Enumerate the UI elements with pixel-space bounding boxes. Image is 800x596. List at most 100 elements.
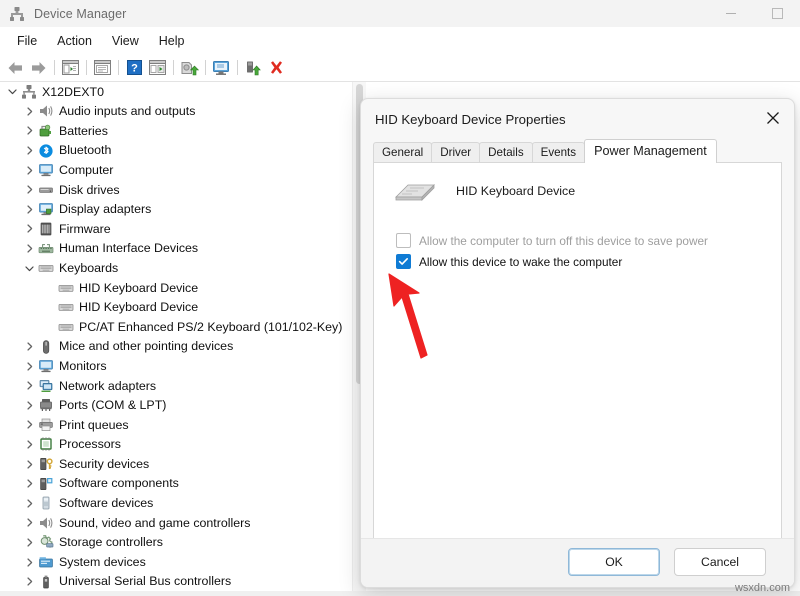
chevron-right-icon[interactable] [24,557,35,568]
tree-row[interactable]: Network adapters [0,376,352,396]
chevron-right-icon[interactable] [24,498,35,509]
maximize-button[interactable] [754,0,800,27]
tree-indent-spacer [44,302,55,313]
chevron-right-icon[interactable] [24,419,35,430]
tree-row-label: Mice and other pointing devices [59,340,233,352]
chevron-down-icon[interactable] [7,86,18,97]
forward-icon[interactable] [28,57,49,78]
tree-row[interactable]: Keyboards [0,258,352,278]
tab-power-management[interactable]: Power Management [584,139,717,163]
device-tree[interactable]: X12DEXT0 Audio inputs and outputs Batterie… [0,82,352,591]
chevron-right-icon[interactable] [24,537,35,548]
tree-row-label: Batteries [59,125,108,137]
chevron-right-icon[interactable] [24,125,35,136]
allow-wake-computer-checkbox[interactable]: Allow this device to wake the computer [396,254,622,269]
tree-row[interactable]: HID Keyboard Device [0,278,352,298]
chevron-right-icon[interactable] [24,223,35,234]
chevron-right-icon[interactable] [24,145,35,156]
tree-row-root[interactable]: X12DEXT0 [0,82,352,102]
close-icon[interactable] [752,99,794,137]
tab-general[interactable]: General [373,142,432,163]
tree-row[interactable]: System devices [0,552,352,572]
chevron-right-icon[interactable] [24,459,35,470]
tab-events[interactable]: Events [532,142,585,163]
tree-row[interactable]: Print queues [0,415,352,435]
monitor-icon [38,162,54,178]
tree-row[interactable]: Audio inputs and outputs [0,102,352,122]
chevron-right-icon[interactable] [24,165,35,176]
tree-row[interactable]: Bluetooth [0,141,352,161]
chevron-right-icon[interactable] [24,243,35,254]
tree-row-label: Monitors [59,360,107,372]
chevron-right-icon[interactable] [24,184,35,195]
window-title: Device Manager [34,7,126,21]
tree-row-label: Keyboards [59,262,118,274]
tree-row[interactable]: Computer [0,160,352,180]
tree-row[interactable]: Software devices [0,493,352,513]
tree-row[interactable]: Human Interface Devices [0,239,352,259]
device-manager-icon [9,6,25,22]
dialog-tabs[interactable]: GeneralDriverDetailsEventsPower Manageme… [373,141,782,163]
ok-button[interactable]: OK [568,548,660,576]
tree-row[interactable]: PC/AT Enhanced PS/2 Keyboard (101/102-Ke… [0,317,352,337]
tree-row[interactable]: Security devices [0,454,352,474]
chevron-right-icon[interactable] [24,204,35,215]
tree-row[interactable]: HID Keyboard Device [0,298,352,318]
allow-turn-off-device-checkbox[interactable]: Allow the computer to turn off this devi… [396,233,708,248]
tree-row[interactable]: Monitors [0,356,352,376]
chevron-right-icon[interactable] [24,361,35,372]
tree-row[interactable]: Display adapters [0,200,352,220]
chevron-right-icon[interactable] [24,341,35,352]
tree-row-label: Software components [59,477,179,489]
chevron-right-icon[interactable] [24,400,35,411]
tree-row[interactable]: Batteries [0,121,352,141]
tree-row[interactable]: Sound, video and game controllers [0,513,352,533]
cancel-button[interactable]: Cancel [674,548,766,576]
menu-help[interactable]: Help [149,31,195,51]
chevron-right-icon[interactable] [24,106,35,117]
tree-row[interactable]: Firmware [0,219,352,239]
menu-action[interactable]: Action [47,31,102,51]
scan-for-hardware-changes-icon[interactable] [179,57,200,78]
back-icon[interactable] [5,57,26,78]
disk-drive-icon [38,182,54,198]
chevron-down-icon[interactable] [24,263,35,274]
chevron-right-icon[interactable] [24,517,35,528]
tree-row-label: Sound, video and game controllers [59,517,251,529]
enable-device-icon[interactable] [243,57,264,78]
dialog-title: HID Keyboard Device Properties [375,112,566,127]
tree-indent-spacer [44,321,55,332]
watermark: wsxdn.com [735,582,790,594]
tab-driver[interactable]: Driver [431,142,480,163]
update-driver-icon[interactable] [147,57,168,78]
menu-view[interactable]: View [102,31,149,51]
chevron-right-icon[interactable] [24,380,35,391]
uninstall-device-icon[interactable] [266,57,287,78]
bluetooth-icon [38,143,54,159]
checkbox-box[interactable] [396,254,411,269]
tree-row[interactable]: Processors [0,435,352,455]
properties-icon[interactable] [92,57,113,78]
tree-row-label: Audio inputs and outputs [59,105,195,117]
checkbox-box[interactable] [396,233,411,248]
tab-details[interactable]: Details [479,142,532,163]
minimize-button[interactable] [708,0,754,27]
tree-row[interactable]: Ports (COM & LPT) [0,396,352,416]
display-icon[interactable] [211,57,232,78]
menu-file[interactable]: File [7,31,47,51]
tree-indent-spacer [44,282,55,293]
tree-row[interactable]: Disk drives [0,180,352,200]
tree-row[interactable]: Universal Serial Bus controllers [0,572,352,591]
tree-row[interactable]: Storage controllers [0,533,352,553]
tree-row[interactable]: Software components [0,474,352,494]
tree-row[interactable]: Mice and other pointing devices [0,337,352,357]
show-hide-console-tree-icon[interactable] [60,57,81,78]
chevron-right-icon[interactable] [24,576,35,587]
chevron-right-icon[interactable] [24,478,35,489]
display-adapter-icon [38,201,54,217]
tree-row-label: Network adapters [59,380,156,392]
network-icon [38,378,54,394]
menu-bar: File Action View Help [0,27,800,54]
chevron-right-icon[interactable] [24,439,35,450]
help-icon[interactable]: ? [124,57,145,78]
